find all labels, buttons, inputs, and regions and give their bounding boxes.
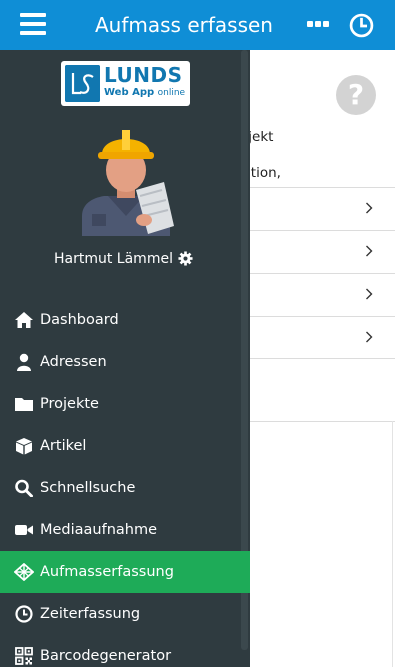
help-icon[interactable]: ? [336, 75, 376, 115]
gear-icon[interactable] [178, 251, 193, 266]
menu-item-zeiterfassung[interactable]: Zeiterfassung [0, 593, 250, 635]
menu-item-dashboard[interactable]: Dashboard [0, 299, 250, 341]
menu-item-aufmasserfassung[interactable]: Aufmasserfassung [0, 551, 250, 593]
option-list [250, 187, 395, 359]
avatar [82, 130, 174, 236]
qrcode-icon [15, 647, 33, 665]
more-dots-icon[interactable] [307, 21, 329, 29]
chevron-right-icon [366, 331, 373, 343]
chevron-right-icon [366, 245, 373, 257]
menu-item-schnellsuche[interactable]: Schnellsuche [0, 467, 250, 509]
list-item[interactable] [250, 273, 395, 316]
menu-item-artikel[interactable]: Artikel [0, 425, 250, 467]
video-camera-icon [15, 525, 33, 535]
divider [392, 421, 393, 667]
list-item[interactable] [250, 230, 395, 273]
hamburger-icon[interactable] [20, 13, 46, 35]
clock-icon[interactable] [349, 13, 374, 38]
app-logo: LUNDS Web App online [61, 61, 190, 106]
cube-icon [16, 438, 32, 455]
list-item[interactable] [250, 316, 395, 359]
home-icon [15, 312, 33, 328]
clock-icon [15, 605, 33, 623]
folder-icon [15, 398, 33, 411]
chevron-right-icon [366, 288, 373, 300]
chevron-right-icon [366, 202, 373, 214]
logo-mark-icon [65, 65, 100, 102]
page-title: Aufmass erfassen [95, 13, 273, 37]
measure-icon [14, 563, 34, 581]
app-header: Aufmass erfassen [0, 0, 395, 50]
drawer-menu: Dashboard Adressen Projekte Artikel Schn… [0, 299, 250, 667]
list-item[interactable] [250, 187, 395, 230]
menu-item-projekte[interactable]: Projekte [0, 383, 250, 425]
divider [250, 421, 395, 422]
user-icon [17, 353, 31, 371]
user-name: Hartmut Lämmel [54, 251, 173, 267]
menu-item-mediaaufnahme[interactable]: Mediaaufnahme [0, 509, 250, 551]
search-icon [15, 479, 33, 497]
menu-item-adressen[interactable]: Adressen [0, 341, 250, 383]
menu-item-barcodegenerator[interactable]: Barcodegenerator [0, 635, 250, 667]
